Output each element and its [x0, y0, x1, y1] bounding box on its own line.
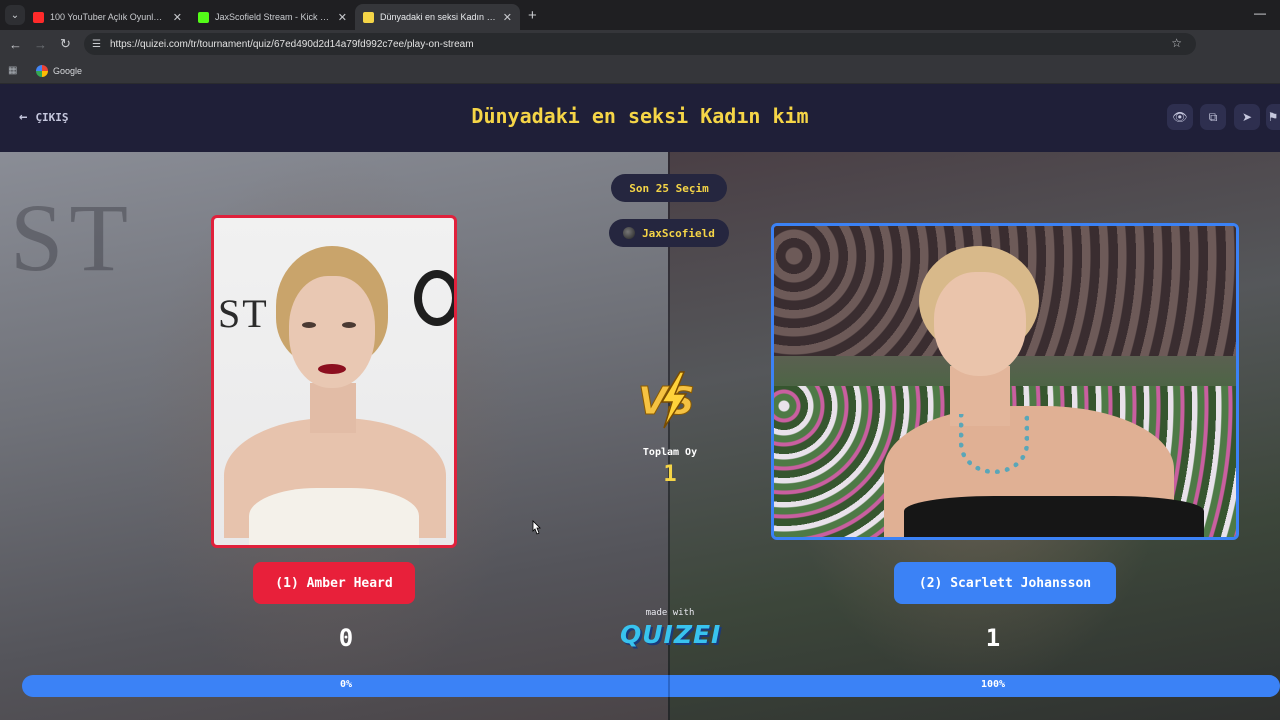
page-title: Dünyadaki en seksi Kadın kim [471, 104, 809, 128]
site-info-icon[interactable]: ☰ [92, 39, 108, 50]
quiz-page: ST ← ÇIKIŞ Dünyadaki en seksi Kadın kim … [0, 84, 1280, 720]
bookmark-google[interactable]: Google [36, 64, 83, 77]
round-badge: Son 25 Seçim [611, 174, 727, 202]
close-tab-icon[interactable]: ✕ [338, 11, 347, 24]
tab-title: Dünyadaki en seksi Kadın kim - [380, 12, 497, 22]
minimize-window-icon[interactable]: — [1254, 6, 1266, 20]
eye-icon[interactable]: 👁 [1167, 104, 1193, 130]
bookmark-label: Google [53, 65, 83, 76]
address-bar[interactable]: ☰ https://quizei.com/tr/tournament/quiz/… [84, 33, 1196, 55]
tab-title: JaxScofield Stream - Kick Dashb [215, 12, 332, 22]
browser-tab-strip: ⌄ 100 YouTuber Açlık Oyunlarını S ✕ JaxS… [0, 0, 1280, 30]
contestant-right-photo[interactable] [771, 223, 1239, 540]
contestant-left-photo[interactable]: ST [211, 215, 457, 548]
browser-toolbar: ← → ↻ ☰ https://quizei.com/tr/tournament… [0, 30, 1280, 80]
progress-split [668, 675, 670, 697]
browser-tab-1[interactable]: 100 YouTuber Açlık Oyunlarını S ✕ [25, 4, 190, 30]
round-label: Son 25 Seçim [629, 181, 709, 195]
made-with-label: made with [645, 608, 695, 618]
backdrop-letters: ST [218, 291, 269, 336]
url-text: https://quizei.com/tr/tournament/quiz/67… [110, 38, 474, 50]
apps-grid-icon[interactable]: ▦ [8, 65, 24, 76]
close-tab-icon[interactable]: ✕ [503, 11, 512, 24]
send-icon[interactable]: ➤ [1234, 104, 1260, 130]
kick-favicon-icon [198, 11, 209, 23]
bookmark-star-icon[interactable]: ☆ [1171, 36, 1182, 50]
google-logo-icon [36, 64, 48, 77]
quiz-header: ← ÇIKIŞ Dünyadaki en seksi Kadın kim 👁 ⧉… [0, 84, 1280, 152]
back-arrow-icon[interactable]: ← [3, 37, 28, 52]
youtube-favicon-icon [33, 11, 44, 23]
backdrop-logo-icon [414, 270, 454, 326]
vote-progress-bar: 0% 100% [22, 675, 1280, 697]
quizei-logo[interactable]: QUIZEI [620, 620, 720, 649]
vote-left-button[interactable]: (1) Amber Heard [253, 562, 415, 604]
total-votes-label: Toplam Oy [642, 447, 698, 458]
left-percent-label: 0% [339, 679, 353, 690]
tab-title: 100 YouTuber Açlık Oyunlarını S [50, 12, 167, 22]
vs-lightning-icon: VS [638, 371, 695, 429]
new-tab-button[interactable]: + [528, 7, 537, 24]
right-percent-label: 100% [980, 679, 1006, 690]
streamer-name: JaxScofield [642, 226, 715, 240]
quizei-favicon-icon [363, 11, 374, 23]
left-vote-count: 0 [338, 624, 354, 652]
streamer-avatar [623, 227, 636, 239]
right-vote-count: 1 [985, 624, 1001, 652]
total-votes-value: 1 [663, 462, 677, 487]
flag-icon[interactable]: ⚑ [1266, 104, 1280, 130]
browser-tab-2[interactable]: JaxScofield Stream - Kick Dashb ✕ [190, 4, 355, 30]
tab-search-button[interactable]: ⌄ [5, 5, 25, 25]
copy-icon[interactable]: ⧉ [1200, 104, 1226, 130]
browser-tab-3-active[interactable]: Dünyadaki en seksi Kadın kim - ✕ [355, 4, 520, 30]
close-tab-icon[interactable]: ✕ [173, 11, 182, 24]
bookmarks-bar: ▦ Google [0, 58, 1280, 84]
reload-icon[interactable]: ↻ [53, 36, 78, 52]
vote-right-button[interactable]: (2) Scarlett Johansson [894, 562, 1116, 604]
forward-arrow-icon[interactable]: → [28, 37, 53, 52]
mouse-cursor-icon [532, 520, 541, 535]
left-background-ghost-letters: ST [10, 184, 135, 291]
streamer-badge: JaxScofield [609, 219, 729, 247]
